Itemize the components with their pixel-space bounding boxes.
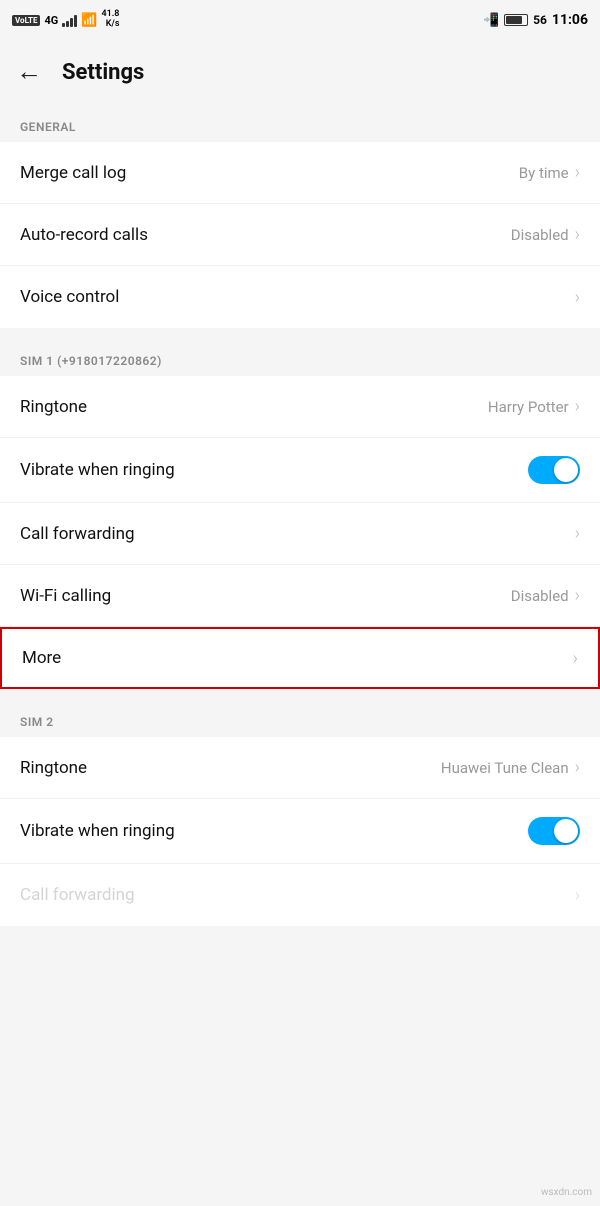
battery-fill	[506, 16, 522, 24]
sim1-wifi-calling-label: Wi-Fi calling	[20, 586, 111, 606]
sim1-wifi-calling-right: Disabled ›	[511, 585, 580, 606]
voice-control-right: ›	[575, 287, 580, 308]
page-title: Settings	[62, 60, 144, 85]
sim1-ringtone-item[interactable]: Ringtone Harry Potter ›	[0, 376, 600, 438]
auto-record-value: Disabled	[511, 226, 569, 244]
merge-call-log-label: Merge call log	[20, 163, 126, 183]
merge-call-log-value: By time	[519, 164, 569, 182]
sim2-ringtone-label: Ringtone	[20, 758, 87, 778]
sim1-more-label: More	[22, 648, 61, 668]
back-button[interactable]: ←	[16, 59, 42, 85]
section-label-general: GENERAL	[0, 104, 600, 142]
header: ← Settings	[0, 40, 600, 104]
auto-record-label: Auto-record calls	[20, 225, 148, 245]
sim2-vibrate-item[interactable]: Vibrate when ringing	[0, 799, 600, 864]
status-time: 11:06	[552, 12, 588, 28]
sim1-more-right: ›	[573, 648, 578, 669]
merge-call-log-chevron: ›	[575, 162, 580, 183]
sim1-call-forwarding-item[interactable]: Call forwarding ›	[0, 503, 600, 565]
battery-level: 56	[533, 13, 547, 27]
signal-bar-2	[66, 21, 69, 27]
sim1-call-forwarding-right: ›	[575, 523, 580, 544]
voice-control-label: Voice control	[20, 287, 119, 307]
settings-content: GENERAL Merge call log By time › Auto-re…	[0, 104, 600, 926]
signal-4g: 4G	[44, 14, 58, 27]
bluetooth-icon: 📲	[483, 13, 499, 28]
merge-call-log-item[interactable]: Merge call log By time ›	[0, 142, 600, 204]
auto-record-calls-item[interactable]: Auto-record calls Disabled ›	[0, 204, 600, 266]
status-left: VoLTE 4G 📶 41.8K/s	[12, 10, 119, 30]
signal-bar-3	[70, 18, 73, 27]
sim1-vibrate-toggle[interactable]	[528, 456, 580, 484]
sim2-call-forwarding-label: Call forwarding	[20, 885, 135, 905]
sim1-vibrate-label: Vibrate when ringing	[20, 460, 175, 480]
auto-record-right: Disabled ›	[511, 224, 580, 245]
merge-call-log-right: By time ›	[519, 162, 580, 183]
sim1-vibrate-toggle-knob	[554, 458, 578, 482]
volte-badge: VoLTE	[12, 15, 40, 26]
sim1-ringtone-value: Harry Potter	[488, 398, 569, 416]
wifi-icon: 📶	[81, 13, 97, 28]
voice-control-item[interactable]: Voice control ›	[0, 266, 600, 328]
sim1-ringtone-chevron: ›	[575, 396, 580, 417]
sim1-ringtone-label: Ringtone	[20, 397, 87, 417]
sim2-ringtone-item[interactable]: Ringtone Huawei Tune Clean ›	[0, 737, 600, 799]
signal-bars	[62, 13, 77, 27]
sim1-call-forwarding-label: Call forwarding	[20, 524, 135, 544]
sim2-ringtone-right: Huawei Tune Clean ›	[441, 757, 580, 778]
sim1-more-chevron: ›	[573, 648, 578, 669]
sim2-call-forwarding-chevron: ›	[575, 885, 580, 906]
battery-icon	[504, 14, 528, 26]
sim2-vibrate-toggle[interactable]	[528, 817, 580, 845]
sim1-group: Ringtone Harry Potter › Vibrate when rin…	[0, 376, 600, 689]
sim1-ringtone-right: Harry Potter ›	[488, 396, 580, 417]
sim2-vibrate-label: Vibrate when ringing	[20, 821, 175, 841]
voice-control-chevron: ›	[575, 287, 580, 308]
signal-bar-1	[62, 23, 65, 27]
signal-bar-4	[74, 15, 77, 27]
speed-text: 41.8K/s	[101, 10, 119, 30]
sim2-ringtone-value: Huawei Tune Clean	[441, 759, 569, 777]
sim1-wifi-calling-item[interactable]: Wi-Fi calling Disabled ›	[0, 565, 600, 627]
sim2-ringtone-chevron: ›	[575, 757, 580, 778]
sim2-vibrate-toggle-knob	[554, 819, 578, 843]
sim1-vibrate-item[interactable]: Vibrate when ringing	[0, 438, 600, 503]
status-bar: VoLTE 4G 📶 41.8K/s 📲 56 11:06	[0, 0, 600, 40]
sim2-call-forwarding-item: Call forwarding ›	[0, 864, 600, 926]
sim2-call-forwarding-right: ›	[575, 885, 580, 906]
sim1-wifi-calling-value: Disabled	[511, 587, 569, 605]
watermark: wsxdn.com	[541, 1187, 592, 1198]
general-group: Merge call log By time › Auto-record cal…	[0, 142, 600, 328]
sim1-wifi-calling-chevron: ›	[575, 585, 580, 606]
section-label-sim1: SIM 1 (+918017220862)	[0, 338, 600, 376]
auto-record-chevron: ›	[575, 224, 580, 245]
section-label-sim2: SIM 2	[0, 699, 600, 737]
sim1-more-item[interactable]: More ›	[0, 627, 600, 689]
status-right: 📲 56 11:06	[483, 12, 588, 28]
sim1-call-forwarding-chevron: ›	[575, 523, 580, 544]
sim2-group: Ringtone Huawei Tune Clean › Vibrate whe…	[0, 737, 600, 926]
